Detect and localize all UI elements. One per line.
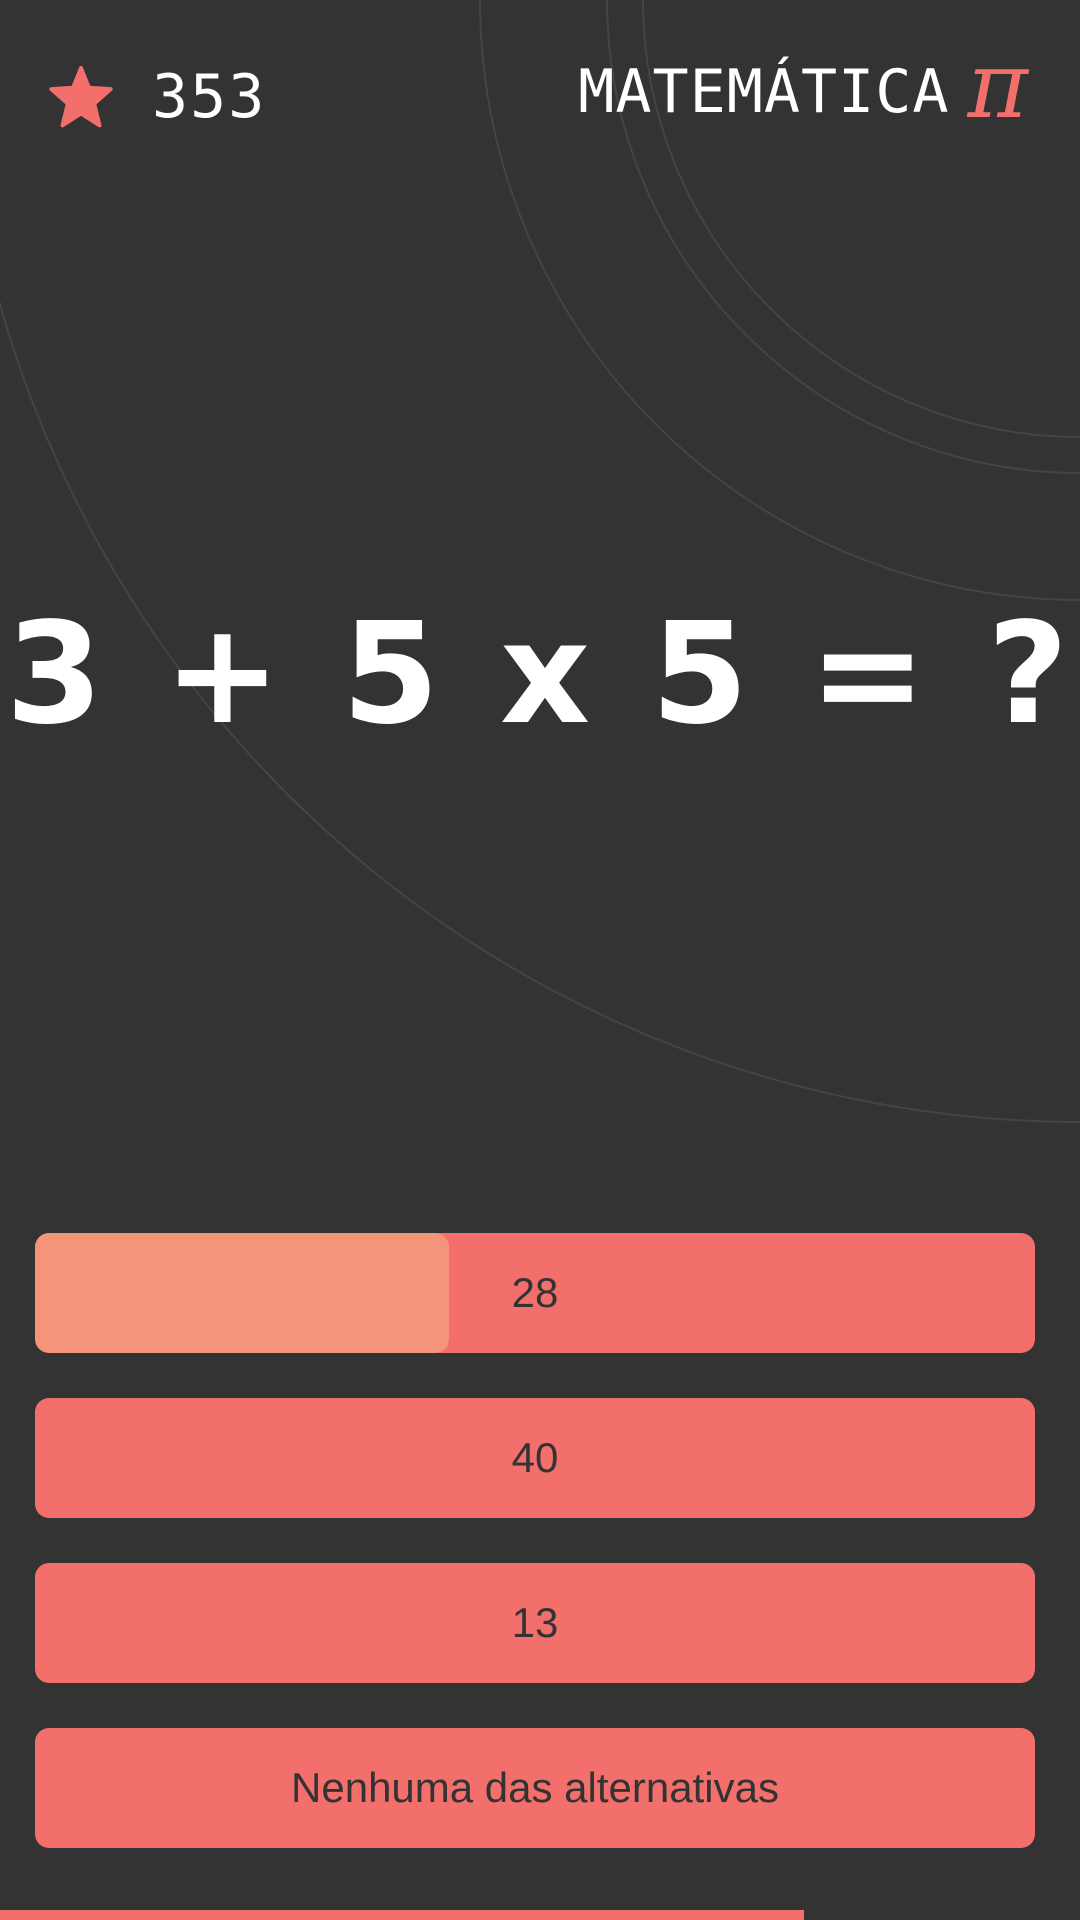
star-icon — [49, 65, 113, 128]
answer-button-1[interactable]: 28 — [35, 1233, 1035, 1353]
answer-button-4[interactable]: Nenhuma das alternativas — [35, 1728, 1035, 1848]
answer-label: Nenhuma das alternativas — [291, 1764, 779, 1811]
brand-logo: MATEMÁTICA π — [578, 40, 1028, 132]
score-display: 353 — [48, 62, 266, 132]
timer-bar — [0, 1910, 804, 1920]
brand-title: MATEMÁTICA — [578, 57, 950, 127]
score-value: 353 — [152, 62, 267, 132]
answer-button-3[interactable]: 13 — [35, 1563, 1035, 1683]
answer-label: 28 — [511, 1269, 559, 1316]
game-screen: 353 MATEMÁTICA π 3 + 5 x 5 = ? 28 40 13 … — [0, 0, 1080, 1920]
answer-label: 40 — [511, 1434, 559, 1481]
question-text: 3 + 5 x 5 = ? — [5, 593, 1075, 756]
answer-label: 13 — [511, 1599, 559, 1646]
pi-icon: π — [967, 32, 1028, 139]
answer-list: 28 40 13 Nenhuma das alternativas — [35, 1233, 1035, 1893]
answer-button-2[interactable]: 40 — [35, 1398, 1035, 1518]
